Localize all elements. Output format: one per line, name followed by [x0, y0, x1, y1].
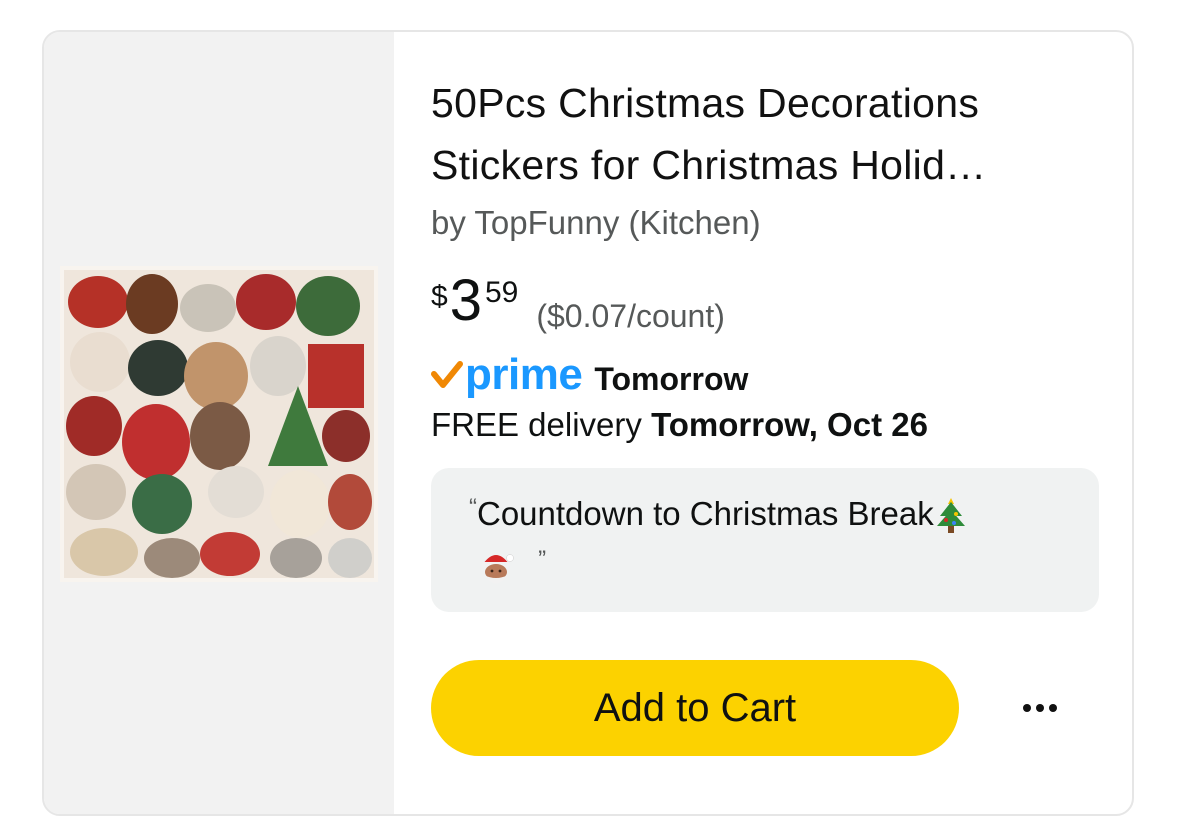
- delivery-prefix: FREE delivery: [431, 406, 652, 443]
- prime-logo: prime: [465, 350, 583, 399]
- product-title-line-1[interactable]: 50Pcs Christmas Decorations: [431, 72, 1091, 134]
- delivery-date: Tomorrow, Oct 26: [651, 406, 928, 443]
- unit-price: ($0.07/count): [536, 298, 725, 334]
- price: $ 3 59 ($0.07/count): [431, 268, 725, 335]
- price-whole: 3: [449, 268, 482, 333]
- review-snippet[interactable]: “Countdown to Christmas Break ”: [431, 468, 1099, 612]
- product-title-line-2[interactable]: Stickers for Christmas Holid…: [431, 134, 1091, 196]
- more-options-dot: [1036, 704, 1044, 712]
- more-options-dot: [1049, 704, 1057, 712]
- price-fraction: 59: [484, 276, 519, 309]
- product-image[interactable]: [60, 266, 378, 582]
- product-title[interactable]: 50Pcs Christmas Decorations Stickers for…: [431, 72, 1091, 196]
- santa-icon: [482, 554, 514, 584]
- delivery-info: FREE delivery Tomorrow, Oct 26: [431, 406, 928, 444]
- product-card[interactable]: 50Pcs Christmas Decorations Stickers for…: [42, 30, 1134, 816]
- christmas-tree-icon: [936, 498, 965, 534]
- price-symbol: $: [431, 280, 448, 313]
- more-options-icon: [1023, 704, 1031, 712]
- product-image-panel[interactable]: [44, 32, 394, 814]
- close-quote: ”: [538, 546, 547, 573]
- open-quote: “: [469, 494, 477, 521]
- more-options-button[interactable]: [1013, 684, 1067, 732]
- prime-check-icon: [431, 361, 463, 388]
- product-byline: by TopFunny (Kitchen): [431, 204, 761, 241]
- review-text: “Countdown to Christmas Break ”: [469, 488, 1029, 592]
- prime-speed: Tomorrow: [594, 360, 749, 397]
- prime-delivery-badge: prime Tomorrow: [431, 352, 748, 398]
- add-to-cart-button[interactable]: Add to Cart: [431, 660, 959, 756]
- review-body: Countdown to Christmas Break: [477, 495, 934, 532]
